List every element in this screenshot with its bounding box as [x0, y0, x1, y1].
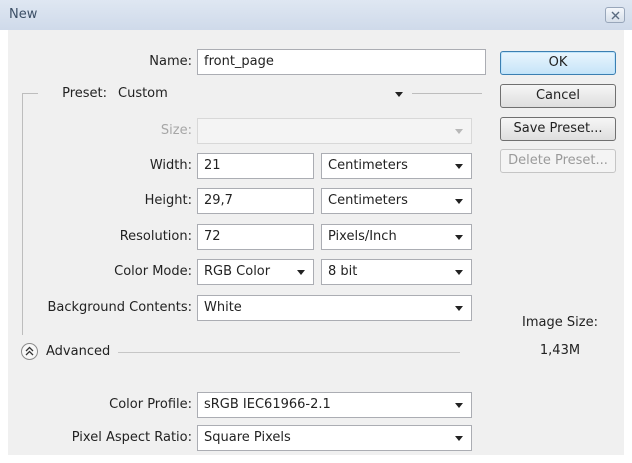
background-label: Background Contents:	[47, 300, 192, 315]
ok-button[interactable]: OK	[500, 51, 616, 75]
close-x-icon	[611, 11, 620, 20]
background-value: White	[204, 300, 242, 315]
new-document-dialog: New Name: front_page Preset: Custom Size…	[0, 0, 632, 463]
title-bar[interactable]: New	[0, 0, 632, 30]
resolution-label: Resolution:	[119, 229, 192, 244]
collapse-chevron-icon	[25, 346, 34, 356]
preset-group-border	[412, 93, 482, 94]
preset-label: Preset:	[62, 86, 107, 101]
delete-preset-button: Delete Preset...	[500, 149, 616, 173]
pixel-aspect-label: Pixel Aspect Ratio:	[71, 430, 192, 445]
dropdown-arrow-icon	[455, 164, 463, 169]
pixel-aspect-value: Square Pixels	[204, 430, 291, 445]
image-size-value: 1,43M	[539, 343, 581, 358]
dropdown-arrow-icon	[455, 436, 463, 441]
window-title: New	[9, 7, 38, 22]
color-mode-label: Color Mode:	[114, 264, 192, 279]
color-profile-value: sRGB IEC61966-2.1	[204, 397, 331, 412]
size-label: Size:	[160, 123, 192, 138]
bit-depth-value: 8 bit	[328, 264, 358, 279]
color-profile-select[interactable]: sRGB IEC61966-2.1	[197, 392, 472, 418]
resolution-input[interactable]: 72	[197, 224, 314, 250]
width-unit-value: Centimeters	[328, 158, 408, 173]
size-select	[197, 118, 472, 144]
preset-value: Custom	[118, 86, 168, 101]
width-unit-select[interactable]: Centimeters	[321, 153, 472, 179]
dropdown-arrow-icon	[455, 270, 463, 275]
height-unit-select[interactable]: Centimeters	[321, 188, 472, 214]
name-input[interactable]: front_page	[197, 49, 486, 75]
advanced-separator	[118, 352, 460, 353]
advanced-toggle-button[interactable]	[21, 343, 38, 360]
dropdown-arrow-icon	[455, 199, 463, 204]
dropdown-arrow-icon	[455, 403, 463, 408]
dropdown-arrow-icon	[395, 92, 403, 97]
cancel-button[interactable]: Cancel	[500, 84, 616, 108]
preset-select[interactable]: Custom	[111, 81, 412, 107]
image-size-label: Image Size:	[522, 315, 598, 330]
height-label: Height:	[144, 193, 192, 208]
dropdown-arrow-icon	[297, 270, 305, 275]
bit-depth-select[interactable]: 8 bit	[321, 259, 472, 285]
dropdown-arrow-icon	[455, 129, 463, 134]
name-label: Name:	[149, 54, 192, 69]
dropdown-arrow-icon	[455, 235, 463, 240]
color-profile-label: Color Profile:	[109, 397, 192, 412]
advanced-label: Advanced	[46, 344, 111, 359]
close-button[interactable]	[605, 7, 625, 23]
color-mode-select[interactable]: RGB Color	[197, 259, 314, 285]
save-preset-button[interactable]: Save Preset...	[500, 117, 616, 141]
dropdown-arrow-icon	[455, 306, 463, 311]
height-unit-value: Centimeters	[328, 193, 408, 208]
width-label: Width:	[149, 158, 192, 173]
resolution-unit-value: Pixels/Inch	[328, 229, 397, 244]
width-input[interactable]: 21	[197, 153, 314, 179]
resolution-unit-select[interactable]: Pixels/Inch	[321, 224, 472, 250]
pixel-aspect-select[interactable]: Square Pixels	[197, 425, 472, 451]
dialog-body: Name: front_page Preset: Custom Size: Wi…	[8, 30, 624, 455]
background-select[interactable]: White	[197, 295, 472, 321]
color-mode-value: RGB Color	[204, 264, 271, 279]
height-input[interactable]: 29,7	[197, 188, 314, 214]
